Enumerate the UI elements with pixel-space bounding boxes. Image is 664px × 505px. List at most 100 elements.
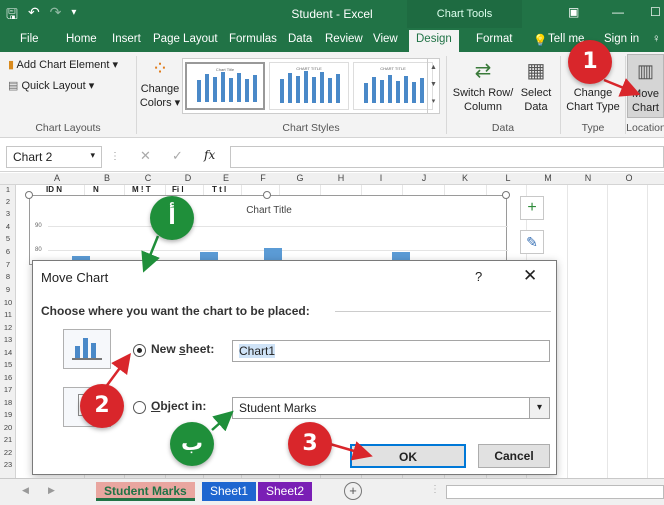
add-chart-element-button[interactable]: ▮ Add Chart Element ▾ [8,58,118,72]
change-chart-type-button[interactable]: Change Chart Type [563,86,623,114]
ribbon-display-icon[interactable]: ▣ [568,5,579,19]
gallery-scroll[interactable]: ▲ ▼ ▾ [427,59,439,113]
maximize-icon[interactable]: ☐ [650,5,661,19]
column-header[interactable]: B [92,173,122,183]
help-icon[interactable]: ? [475,269,482,284]
column-header[interactable]: J [409,173,439,183]
cell-e1[interactable]: T t l [212,185,226,194]
row-header[interactable]: 2 [0,197,16,206]
close-icon[interactable]: ✕ [523,266,537,286]
chart-resize-handle[interactable] [263,191,271,199]
row-header[interactable]: 16 [0,373,16,382]
sheet-tab-sheet1[interactable]: Sheet1 [202,482,257,501]
cell-c1[interactable]: M ! T [132,185,151,194]
tab-data[interactable]: Data [288,33,312,45]
row-header[interactable]: 19 [0,410,16,419]
insert-function-icon[interactable]: fx [204,148,215,162]
row-header[interactable]: 20 [0,423,16,432]
column-header[interactable]: H [326,173,356,183]
horizontal-scrollbar[interactable] [446,485,664,499]
column-header[interactable]: O [614,173,644,183]
cancel-button[interactable]: Cancel [478,444,550,468]
row-header[interactable]: 1 [0,185,16,194]
select-data-icon: ▦ [526,60,546,82]
row-header[interactable]: 8 [0,272,16,281]
chart-style-1[interactable]: Chart Title [185,62,265,110]
ok-button[interactable]: OK [350,444,466,468]
column-header[interactable]: I [366,173,396,183]
row-header[interactable]: 5 [0,234,16,243]
chart-resize-handle[interactable] [502,191,510,199]
row-header[interactable]: 12 [0,323,16,332]
row-header[interactable]: 9 [0,285,16,294]
row-header[interactable]: 14 [0,348,16,357]
switch-row-column-button[interactable]: ⇄ Switch Row/ Column [450,56,516,114]
name-box-dropdown-icon[interactable]: ▾ [90,150,95,161]
new-sheet-radio[interactable] [133,344,146,357]
column-header[interactable]: K [450,173,480,183]
row-header[interactable]: 3 [0,209,16,218]
cell-a1[interactable]: ID N [46,185,62,194]
tab-format[interactable]: Format [476,33,512,45]
name-box[interactable]: Chart 2 ▾ [6,146,102,168]
new-sheet-name-input[interactable]: Chart1 [232,340,550,362]
chart-style-3[interactable]: CHART TITLE [353,62,433,110]
quick-layout-button[interactable]: ▤ Quick Layout ▾ [8,79,94,93]
chart-styles-brush-icon[interactable]: ✎ [520,230,544,254]
object-in-select[interactable]: Student Marks ▾ [232,397,550,419]
formula-input[interactable] [230,146,664,168]
column-header[interactable]: G [285,173,315,183]
tab-review[interactable]: Review [325,33,363,45]
column-header[interactable]: D [173,173,203,183]
column-header[interactable]: E [211,173,241,183]
column-header[interactable]: C [133,173,163,183]
column-header[interactable]: M [533,173,563,183]
row-header[interactable]: 13 [0,335,16,344]
scroll-sheets-left-icon[interactable]: ◀ [22,485,29,496]
row-header[interactable]: 22 [0,448,16,457]
cancel-entry-icon[interactable]: ✕ [140,148,151,164]
object-in-radio[interactable] [133,401,146,414]
row-header[interactable]: 15 [0,360,16,369]
chart-style-2[interactable]: CHART TITLE [269,62,349,110]
row-header[interactable]: 11 [0,310,16,319]
column-header[interactable]: A [42,173,72,183]
tab-insert[interactable]: Insert [112,33,141,45]
row-header[interactable]: 6 [0,247,16,256]
tab-formulas[interactable]: Formulas [229,33,277,45]
cell-d1[interactable]: Fi l [172,185,184,194]
chevron-down-icon[interactable]: ▾ [529,398,549,418]
tab-splitter[interactable]: ⋮ [430,484,440,495]
tab-page-layout[interactable]: Page Layout [153,33,218,45]
chart-elements-icon[interactable]: + [520,196,544,220]
share-icon[interactable]: ♀ [652,33,661,45]
tab-file[interactable]: File [20,33,39,45]
select-data-button[interactable]: ▦ Select Data [516,56,556,114]
sign-in-link[interactable]: Sign in [604,33,639,45]
tab-view[interactable]: View [373,33,398,45]
minimize-icon[interactable]: — [612,5,624,19]
cell-b1[interactable]: N [93,185,99,194]
row-header[interactable]: 23 [0,460,16,469]
move-chart-button[interactable]: ▥ Move Chart [627,54,664,118]
scroll-sheets-right-icon[interactable]: ▶ [48,485,55,496]
row-header[interactable]: 17 [0,385,16,394]
sheet-tab-sheet2[interactable]: Sheet2 [258,482,313,501]
sheet-tab-student-marks[interactable]: Student Marks [96,482,195,501]
column-header[interactable]: F [248,173,278,183]
row-header[interactable]: 21 [0,435,16,444]
tab-design[interactable]: Design [409,30,459,52]
add-sheet-icon[interactable]: + [344,482,362,500]
confirm-entry-icon[interactable]: ✓ [172,148,183,164]
row-header[interactable]: 10 [0,298,16,307]
row-header[interactable]: 4 [0,222,16,231]
chart-resize-handle[interactable] [25,191,33,199]
chart-title[interactable]: Chart Title [30,205,508,216]
row-header[interactable]: 7 [0,260,16,269]
tab-home[interactable]: Home [66,33,97,45]
row-header[interactable]: 18 [0,398,16,407]
change-colors-button[interactable]: ⁘ Change Colors ▾ [139,56,181,110]
column-header[interactable]: L [493,173,523,183]
column-header[interactable]: N [573,173,603,183]
embedded-chart[interactable]: Chart Title 90 80 [29,195,508,266]
